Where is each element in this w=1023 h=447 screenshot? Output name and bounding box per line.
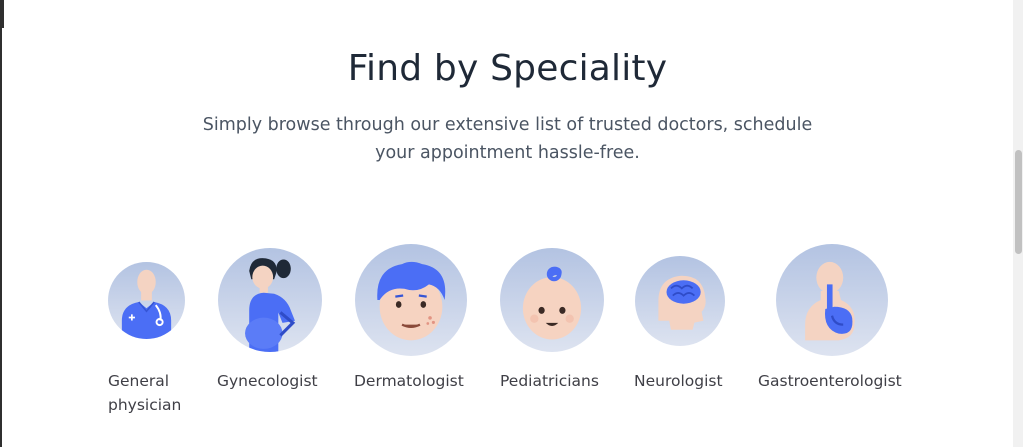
speciality-label: Pediatricians — [500, 372, 599, 390]
scrollbar-thumb[interactable] — [1015, 150, 1022, 254]
doctor-stethoscope-icon — [108, 262, 185, 339]
page: Find by Speciality Simply browse through… — [0, 0, 1023, 447]
speciality-label: Gynecologist — [217, 372, 318, 390]
section-subtitle: Simply browse through our extensive list… — [197, 111, 818, 167]
speciality-card-gastroenterologist[interactable]: Gastroenterologist — [756, 244, 912, 398]
speciality-card-gynecologist[interactable]: Gynecologist — [216, 248, 326, 398]
speciality-label: Neurologist — [634, 372, 723, 390]
window-edge-notch — [0, 0, 4, 28]
speciality-label: General physician — [108, 369, 181, 417]
speciality-card-neurologist[interactable]: Neurologist — [633, 256, 729, 398]
subtitle-line-1: Simply browse through our extensive list… — [202, 115, 813, 135]
subtitle-line-2: your appointment hassle-free. — [375, 143, 640, 163]
speciality-card-general-physician[interactable]: General physician — [107, 262, 187, 417]
speciality-label-line-1: General — [108, 372, 170, 390]
brain-icon — [635, 256, 725, 346]
baby-face-icon — [500, 248, 604, 352]
speciality-label: Gastroenterologist — [758, 372, 902, 390]
speciality-card-dermatologist[interactable]: Dermatologist — [353, 244, 471, 398]
section-title: Find by Speciality — [347, 48, 668, 89]
face-skin-icon — [355, 244, 467, 356]
stomach-icon — [776, 244, 888, 356]
speciality-label-line-2: physician — [108, 396, 182, 414]
speciality-card-pediatricians[interactable]: Pediatricians — [498, 248, 608, 398]
pregnant-woman-icon — [218, 248, 322, 352]
speciality-label: Dermatologist — [354, 372, 464, 390]
